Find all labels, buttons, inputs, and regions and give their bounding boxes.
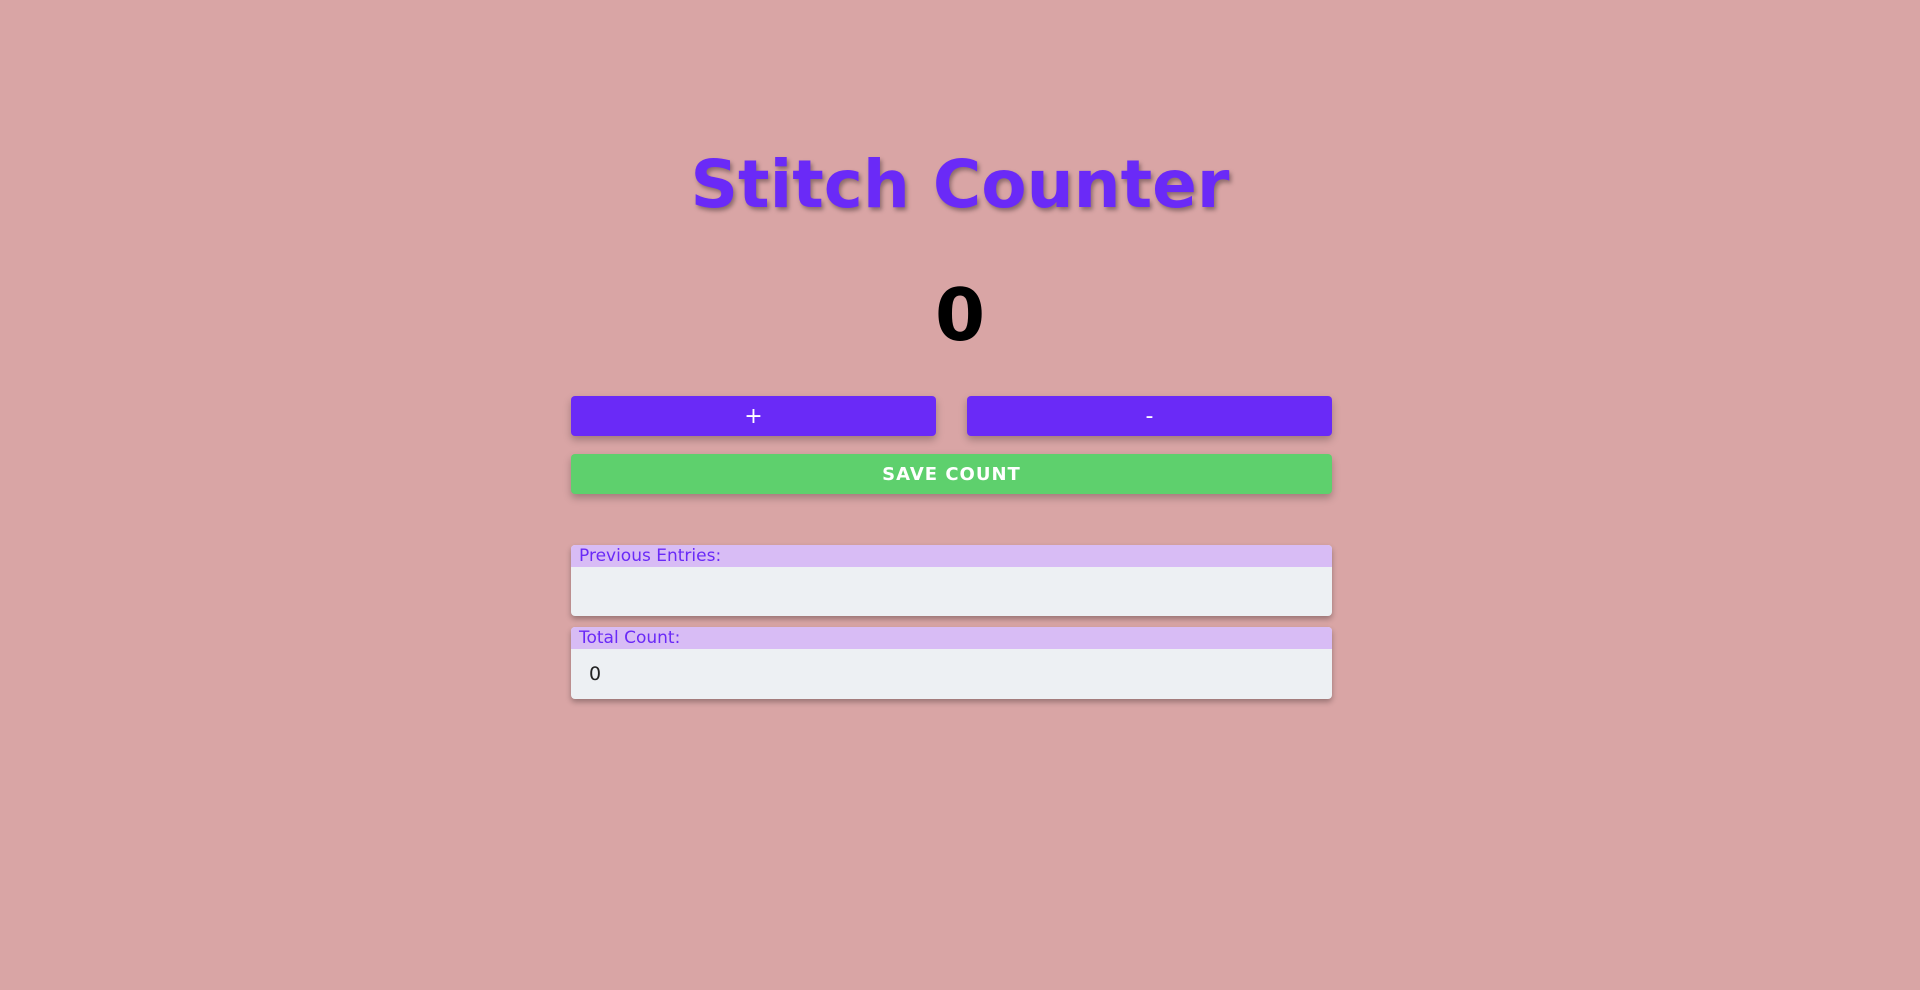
total-count-label: Total Count:: [571, 627, 1332, 649]
counter-display: 0: [934, 273, 986, 357]
total-count-value: 0: [589, 663, 602, 685]
previous-entries-panel: Previous Entries:: [571, 545, 1332, 616]
previous-entries-label: Previous Entries:: [571, 545, 1332, 567]
stitch-counter-app: Stitch Counter 0 + - SAVE COUNT Previous…: [0, 0, 1920, 990]
decrement-button[interactable]: -: [967, 396, 1332, 436]
save-count-button[interactable]: SAVE COUNT: [571, 454, 1332, 494]
page-title: Stitch Counter: [690, 146, 1230, 223]
total-count-panel: Total Count: 0: [571, 627, 1332, 699]
increment-button[interactable]: +: [571, 396, 936, 436]
previous-entries-list: [571, 567, 1332, 616]
